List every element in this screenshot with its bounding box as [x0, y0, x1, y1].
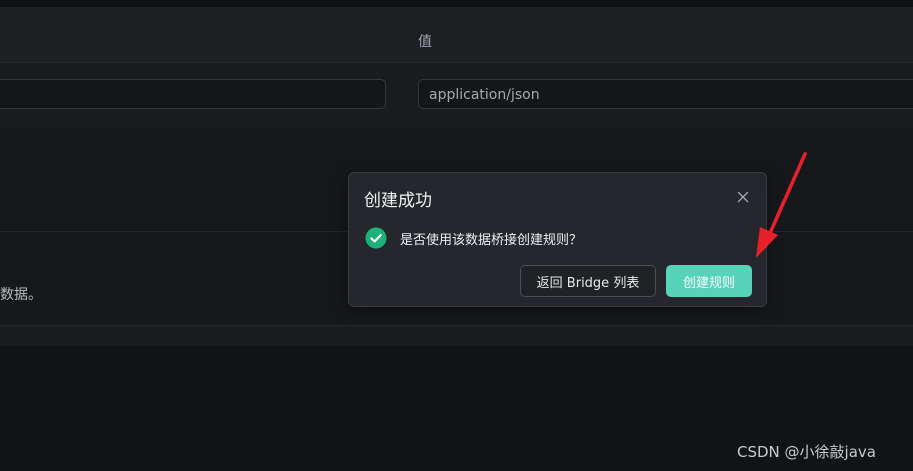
watermark: CSDN @小徐敲java [737, 443, 876, 461]
page: 值 application/json 数据。 创建成功 是否使用该数据桥接创建规… [0, 0, 913, 471]
back-to-bridge-list-button[interactable]: 返回 Bridge 列表 [520, 265, 656, 297]
close-icon[interactable] [735, 189, 751, 205]
check-circle-icon [365, 227, 387, 249]
dialog-message: 是否使用该数据桥接创建规则？ [400, 233, 583, 248]
value-input[interactable]: application/json [418, 79, 913, 109]
top-strip [0, 0, 913, 7]
footer-strip [0, 326, 913, 346]
red-arrow-icon [756, 152, 807, 258]
table-header: 值 [0, 7, 913, 62]
success-dialog: 创建成功 是否使用该数据桥接创建规则？ 返回 Bridge 列表 创建规则 [348, 172, 767, 307]
dialog-title: 创建成功 [364, 191, 432, 211]
create-rule-button[interactable]: 创建规则 [666, 265, 752, 297]
value-column-header: 值 [418, 34, 432, 50]
description-text: 数据。 [0, 287, 42, 303]
key-input[interactable] [0, 79, 386, 109]
